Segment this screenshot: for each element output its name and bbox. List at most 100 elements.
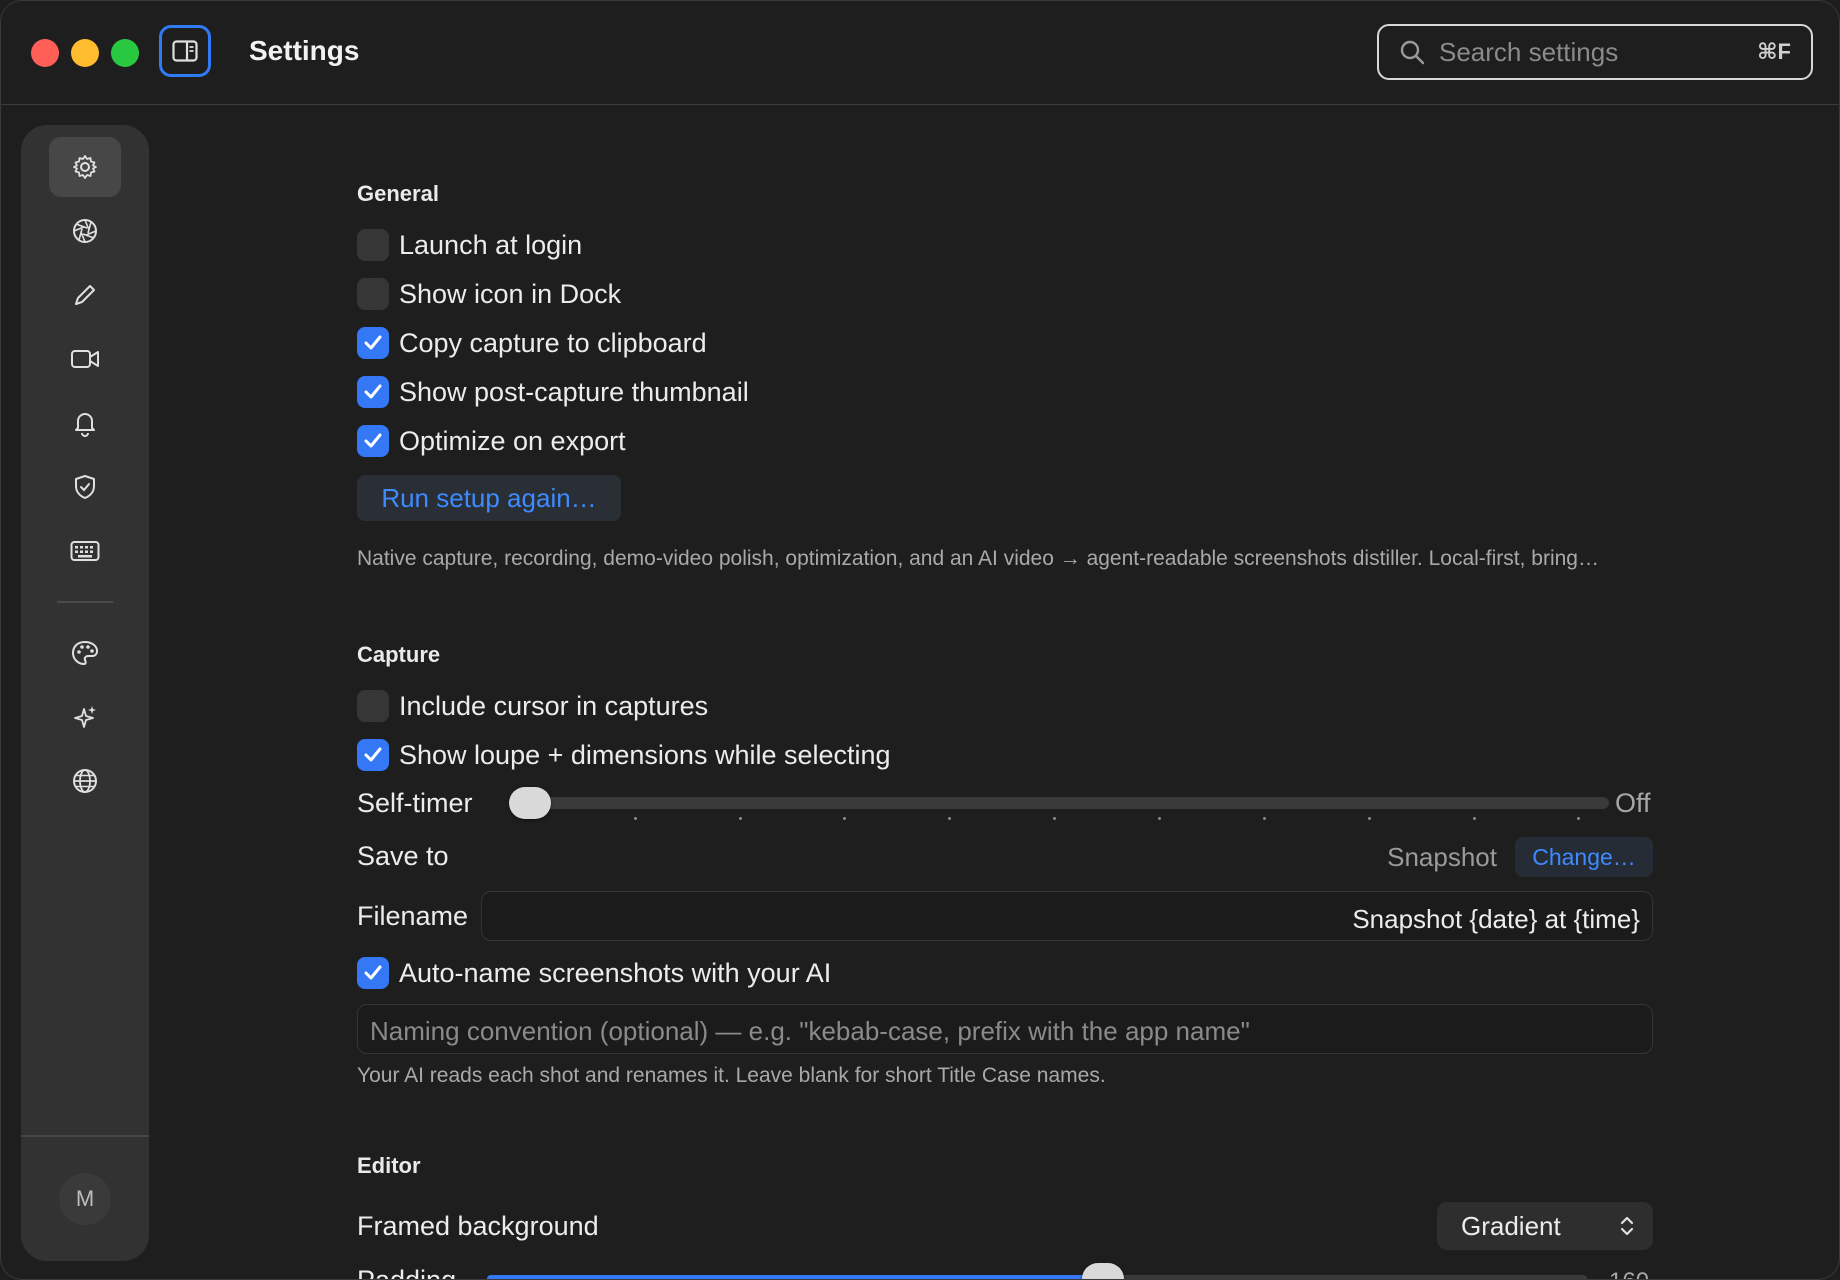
sidebar-item-notifications[interactable]	[49, 393, 121, 453]
checkbox[interactable]	[357, 376, 389, 408]
run-setup-again-button[interactable]: Run setup again…	[357, 475, 621, 521]
framed-background-label: Framed background	[357, 1211, 599, 1241]
option-show-loupe[interactable]: Show loupe + dimensions while selecting	[357, 738, 891, 772]
checkbox[interactable]	[357, 425, 389, 457]
slider-tick	[1263, 817, 1266, 820]
shield-check-icon	[75, 475, 95, 499]
sidebar: M	[21, 125, 149, 1261]
chevron-up-down-icon	[1620, 1216, 1634, 1236]
option-label: Copy capture to clipboard	[399, 327, 707, 358]
padding-label: Padding	[357, 1265, 457, 1280]
sidebar-item-general[interactable]	[49, 137, 121, 197]
search-shortcut: ⌘F	[1757, 39, 1791, 64]
sidebar-icon	[172, 40, 198, 62]
slider-tick	[948, 817, 951, 820]
sidebar-item-language[interactable]	[49, 751, 121, 811]
sidebar-item-appearance[interactable]	[49, 623, 121, 683]
padding-slider-thumb[interactable]	[1082, 1263, 1124, 1279]
palette-icon	[71, 640, 99, 666]
slider-tick	[1053, 817, 1056, 820]
gear-icon	[73, 155, 97, 179]
slider-tick	[739, 817, 742, 820]
option-copy-to-clipboard[interactable]: Copy capture to clipboard	[357, 326, 707, 360]
checkbox[interactable]	[357, 690, 389, 722]
checkbox[interactable]	[357, 739, 389, 771]
bell-icon	[75, 413, 95, 437]
save-to-value: Snapshot	[1387, 842, 1497, 872]
sparkles-icon	[74, 706, 96, 728]
checkbox[interactable]	[357, 327, 389, 359]
settings-window: Settings Search settings ⌘F M General La…	[0, 0, 1840, 1280]
slider-tick	[1368, 817, 1371, 820]
video-camera-icon	[71, 350, 99, 368]
section-title-general: General	[357, 181, 439, 206]
padding-slider-fill	[487, 1275, 1103, 1279]
section-title-editor: Editor	[357, 1153, 421, 1178]
maximize-window-button[interactable]	[111, 39, 139, 67]
sidebar-item-recording[interactable]	[49, 329, 121, 389]
checkmark-icon	[364, 384, 382, 399]
app-description: Native capture, recording, demo-video po…	[357, 547, 1599, 570]
checkmark-icon	[364, 747, 382, 762]
sidebar-item-editor[interactable]	[49, 265, 121, 325]
option-optimize-on-export[interactable]: Optimize on export	[357, 424, 626, 458]
option-label: Launch at login	[399, 229, 583, 260]
option-label: Show post-capture thumbnail	[399, 376, 749, 407]
search-input[interactable]: Search settings ⌘F	[1377, 24, 1813, 80]
self-timer-value: Off	[1615, 788, 1651, 818]
search-icon	[1400, 40, 1425, 65]
slider-tick	[1473, 817, 1476, 820]
slider-tick	[1577, 817, 1580, 820]
globe-icon	[73, 769, 97, 793]
sidebar-item-capture[interactable]	[49, 201, 121, 261]
sidebar-divider	[57, 601, 113, 603]
framed-background-value: Gradient	[1461, 1210, 1561, 1241]
sidebar-footer-divider	[21, 1135, 149, 1137]
option-post-capture-thumbnail[interactable]: Show post-capture thumbnail	[357, 375, 749, 409]
pen-icon	[75, 285, 95, 305]
search-placeholder: Search settings	[1439, 36, 1619, 67]
option-label: Include cursor in captures	[399, 690, 709, 721]
slider-tick	[1158, 817, 1161, 820]
avatar[interactable]: M	[59, 1173, 111, 1225]
option-label: Auto-name screenshots with your AI	[399, 957, 832, 988]
checkmark-icon	[364, 433, 382, 448]
slider-tick	[843, 817, 846, 820]
checkbox[interactable]	[357, 229, 389, 261]
checkbox[interactable]	[357, 278, 389, 310]
naming-help-text: Your AI reads each shot and renames it. …	[357, 1064, 1106, 1087]
padding-value: 160	[1609, 1268, 1649, 1279]
title-bar: Settings Search settings ⌘F	[1, 1, 1839, 105]
padding-slider[interactable]	[487, 1275, 1587, 1279]
option-launch-at-login[interactable]: Launch at login	[357, 228, 582, 262]
window-title: Settings	[249, 35, 360, 66]
option-auto-name-ai[interactable]: Auto-name screenshots with your AI	[357, 956, 831, 990]
self-timer-slider-thumb[interactable]	[509, 787, 551, 819]
keyboard-icon	[70, 541, 100, 561]
option-label: Optimize on export	[399, 425, 626, 456]
save-to-label: Save to	[357, 841, 449, 871]
aperture-icon	[73, 219, 97, 243]
framed-background-select[interactable]: Gradient	[1437, 1202, 1653, 1250]
option-include-cursor[interactable]: Include cursor in captures	[357, 689, 708, 723]
naming-convention-field[interactable]: Naming convention (optional) — e.g. "keb…	[357, 1004, 1653, 1054]
checkmark-icon	[364, 335, 382, 350]
change-save-location-button[interactable]: Change…	[1515, 837, 1653, 877]
self-timer-slider[interactable]	[515, 797, 1609, 809]
filename-label: Filename	[357, 901, 469, 931]
slider-tick	[634, 817, 637, 820]
sidebar-item-shortcuts[interactable]	[49, 521, 121, 581]
sidebar-item-ai[interactable]	[49, 687, 121, 747]
checkmark-icon	[364, 965, 382, 980]
self-timer-label: Self-timer	[357, 788, 473, 818]
option-label: Show loupe + dimensions while selecting	[399, 739, 891, 770]
option-label: Show icon in Dock	[399, 278, 622, 309]
option-show-icon-in-dock[interactable]: Show icon in Dock	[357, 277, 621, 311]
section-title-capture: Capture	[357, 642, 441, 667]
checkbox[interactable]	[357, 957, 389, 989]
sidebar-item-privacy[interactable]	[49, 457, 121, 517]
filename-field[interactable]: Snapshot {date} at {time}	[481, 891, 1653, 941]
minimize-window-button[interactable]	[71, 39, 99, 67]
sidebar-toggle-button[interactable]	[159, 25, 211, 77]
close-window-button[interactable]	[31, 39, 59, 67]
